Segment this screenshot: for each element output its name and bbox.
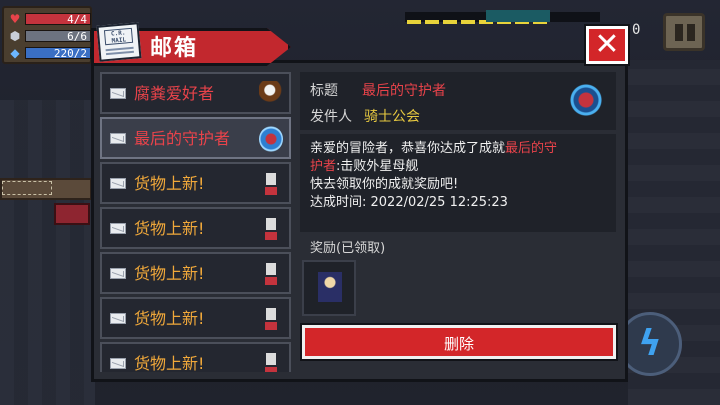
mail-icon: C.R. MAIL [96,22,142,62]
crystal-icon: ◆ [10,46,20,60]
hp-value: 4/4 [67,13,87,26]
vendor-icon [259,216,283,242]
body-text-3: 快去领取你的成就奖励吧! [310,177,459,192]
heart-icon: ♥ [9,12,21,26]
shelf-sign [2,181,52,195]
mail-item-label: 货物上新! [134,174,205,193]
mail-item[interactable]: 货物上新! [100,342,291,372]
envelope-icon [110,133,126,144]
mail-item[interactable]: 货物上新! [100,252,291,294]
mail-stamp: C.R. MAIL [103,27,134,46]
armor-stat: ⬢ 6/6 [8,29,91,43]
reward-character-icon [315,268,345,306]
shield-icon: ⬢ [9,29,21,43]
hp-stat: ♥ 4/4 [8,12,91,26]
hp-bar: 4/4 [25,13,91,26]
body-text-2: :击败外星母舰 [336,159,419,174]
close-button[interactable]: ✕ [586,26,628,64]
mail-item-label: 最后的守护者 [134,129,231,148]
pause-button[interactable] [663,13,705,51]
armor-bar: 6/6 [25,30,91,43]
mail-item[interactable]: 货物上新! [100,297,291,339]
mail-item-label: 货物上新! [134,264,205,283]
mail-item-label: 货物上新! [134,354,205,372]
achievement-badge-icon [568,82,604,118]
mail-item-label: 货物上新! [134,219,205,238]
lightning-icon: ϟ [638,323,662,364]
mail-item[interactable]: 货物上新! [100,162,291,204]
envelope-icon [110,358,126,369]
armor-value: 6/6 [67,30,87,43]
achievement-time: 达成时间: 2022/02/25 12:25:23 [310,195,508,210]
eagle-icon [259,81,283,107]
mail-body: 亲爱的冒险者，恭喜你达成了成就最后的守 护者:击败外星母舰 快去领取你的成就奖励… [310,140,610,212]
body-highlight-1: 最后的守 [505,141,558,156]
envelope-icon [110,223,126,234]
floor-left [0,100,95,405]
coin-count: 0 [632,22,641,38]
delete-label: 删除 [443,335,474,353]
envelope-icon [110,88,126,99]
title-value: 最后的守护者 [362,83,446,99]
player-stats: ♥ 4/4 ⬢ 6/6 ◆ 220/2 [2,6,92,64]
vendor-icon [259,351,283,372]
mail-item-label: 货物上新! [134,309,205,328]
envelope-icon [110,268,126,279]
mail-item-label: 腐粪爱好者 [134,84,215,103]
energy-value: 220/2 [53,47,87,60]
vendor-icon [259,306,283,332]
mailbox-title: 邮箱 [150,36,199,61]
mail-item[interactable]: 货物上新! [100,207,291,249]
red-crate [54,203,90,225]
orb-icon [259,126,283,152]
sender-value: 骑士公会 [364,109,420,125]
vendor-icon [259,261,283,287]
mail-item-selected[interactable]: 最后的守护者 [100,117,291,159]
delete-button[interactable]: 删除 [302,325,616,359]
mail-list[interactable]: 腐粪爱好者 最后的守护者 货物上新! 货物上新! 货物上新! 货物上新! 货物上… [100,72,292,372]
reward-label: 奖励(已领取) [310,241,386,256]
title-label: 标题 [310,83,338,99]
body-highlight-2: 护者 [310,159,337,174]
energy-stat: ◆ 220/2 [8,46,91,60]
body-text-1: 亲爱的冒险者，恭喜你达成了成就 [310,141,506,156]
close-icon: ✕ [594,27,620,62]
vendor-icon [259,171,283,197]
envelope-icon [110,313,126,324]
energy-bar: 220/2 [25,47,91,60]
sender-label: 发件人 [310,109,352,125]
teal-strip [486,10,550,22]
mail-item[interactable]: 腐粪爱好者 [100,72,291,114]
envelope-icon [110,178,126,189]
